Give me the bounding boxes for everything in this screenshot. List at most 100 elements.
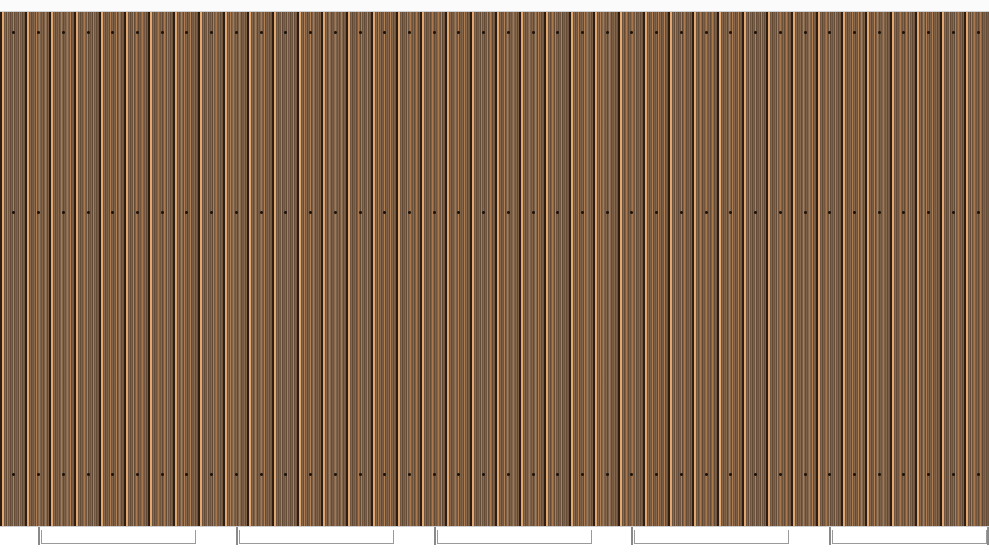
- screw-head: [952, 211, 955, 214]
- deck-board: [741, 12, 767, 526]
- grain-highlight: [312, 12, 314, 526]
- grain-highlight: [729, 12, 731, 526]
- board-edge-highlight: [620, 12, 623, 526]
- support-post: [829, 527, 831, 545]
- grain-highlight: [215, 12, 217, 526]
- grain-highlight: [286, 12, 288, 526]
- deck-board: [98, 12, 124, 526]
- screw-head: [754, 473, 757, 476]
- screw-head: [136, 211, 139, 214]
- screw-head: [630, 473, 633, 476]
- screw-head: [729, 211, 732, 214]
- screw-head: [779, 211, 782, 214]
- grain-highlight: [506, 12, 508, 526]
- grain-highlight: [635, 12, 637, 526]
- grain-highlight: [529, 12, 531, 526]
- grain-highlight: [954, 12, 956, 526]
- grain-highlight: [383, 12, 385, 526]
- grain-highlight: [441, 12, 443, 526]
- grain-highlight: [825, 12, 827, 526]
- board-grain: [473, 12, 495, 526]
- screw-head: [111, 211, 114, 214]
- screw-head: [62, 31, 65, 34]
- grain-highlight: [480, 12, 482, 526]
- deck-board: [593, 12, 619, 526]
- screw-head: [804, 31, 807, 34]
- screw-head: [902, 473, 905, 476]
- grain-highlight: [909, 12, 911, 526]
- grain-highlight: [860, 12, 862, 526]
- screw-head: [260, 31, 263, 34]
- grain-highlight: [261, 12, 263, 526]
- grain-highlight: [389, 12, 391, 526]
- board-grain: [78, 12, 100, 526]
- grain-highlight: [361, 12, 363, 526]
- board-edge-highlight: [842, 12, 845, 526]
- screw-head: [828, 211, 831, 214]
- screw-head: [853, 473, 856, 476]
- board-edge-highlight: [496, 12, 499, 526]
- board-edge-highlight: [644, 12, 647, 526]
- grain-highlight: [158, 12, 160, 526]
- screw-head: [977, 31, 980, 34]
- screw-head: [532, 473, 535, 476]
- screw-head: [62, 211, 65, 214]
- board-edge-highlight: [793, 12, 796, 526]
- grain-highlight: [663, 12, 665, 526]
- screw-head: [408, 31, 411, 34]
- screw-head: [927, 211, 930, 214]
- grain-highlight: [303, 12, 305, 526]
- grain-highlight: [61, 12, 63, 526]
- screw-head: [334, 211, 337, 214]
- grain-highlight: [406, 12, 408, 526]
- grain-highlight: [777, 12, 779, 526]
- screw-head: [556, 211, 559, 214]
- screw-head: [532, 211, 535, 214]
- board-edge-highlight: [817, 12, 820, 526]
- board-edge-highlight: [545, 12, 548, 526]
- grain-highlight: [87, 12, 89, 526]
- grain-highlight: [732, 12, 734, 526]
- screw-head: [210, 473, 213, 476]
- deck-board: [642, 12, 668, 526]
- deck-board: [395, 12, 421, 526]
- grain-highlight: [812, 12, 814, 526]
- grain-highlight: [415, 12, 417, 526]
- screw-head: [655, 31, 658, 34]
- screw-head: [161, 211, 164, 214]
- screw-head: [729, 31, 732, 34]
- grain-highlight: [834, 12, 836, 526]
- screw-head: [482, 473, 485, 476]
- grain-highlight: [922, 12, 924, 526]
- deck-board: [618, 12, 644, 526]
- screw-head: [977, 473, 980, 476]
- screw-head: [383, 211, 386, 214]
- screw-head: [952, 473, 955, 476]
- screw-head: [804, 211, 807, 214]
- grain-highlight: [809, 12, 811, 526]
- screw-head: [532, 31, 535, 34]
- screw-head: [457, 473, 460, 476]
- deck-board: [49, 12, 75, 526]
- grain-highlight: [503, 12, 505, 526]
- screw-head: [482, 211, 485, 214]
- grain-highlight: [44, 12, 46, 526]
- support-frame: [0, 526, 989, 556]
- grain-highlight: [583, 12, 585, 526]
- fastener-row: [0, 30, 989, 36]
- board-edge-highlight: [224, 12, 227, 526]
- board-edge-highlight: [768, 12, 771, 526]
- screw-head: [87, 211, 90, 214]
- deck-board: [271, 12, 297, 526]
- board-edge-highlight: [447, 12, 450, 526]
- board-grain: [127, 12, 149, 526]
- grain-highlight: [877, 12, 879, 526]
- board-edge-highlight: [249, 12, 252, 526]
- board-edge-highlight: [199, 12, 202, 526]
- top-edge: [0, 0, 989, 12]
- grain-highlight: [957, 12, 959, 526]
- grain-highlight: [67, 12, 69, 526]
- screw-head: [705, 473, 708, 476]
- grain-highlight: [118, 12, 120, 526]
- fastener-row: [0, 210, 989, 216]
